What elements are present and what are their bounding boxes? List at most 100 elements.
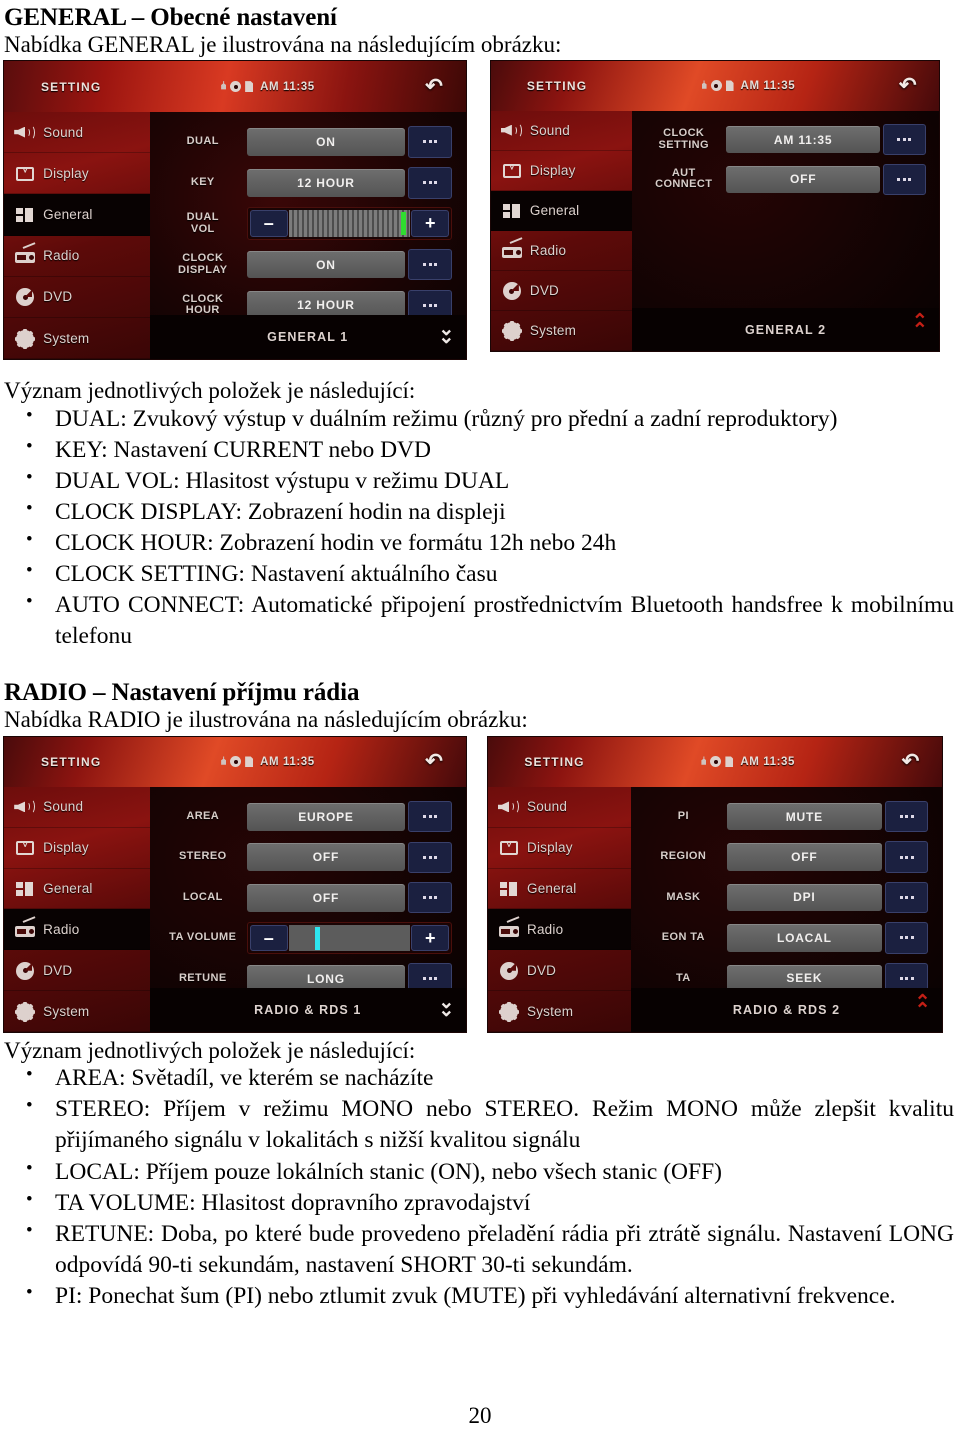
legend-item: AUTO CONNECT: Automatické připojení pros… xyxy=(0,589,960,652)
setting-label: AUT CONNECT xyxy=(655,166,713,191)
setting-value[interactable]: DPI xyxy=(726,883,883,912)
back-arrow-icon[interactable]: ↶ xyxy=(899,75,917,96)
sidebar-item-general[interactable]: General xyxy=(4,194,150,236)
sidebar-item-dvd[interactable]: DVD xyxy=(4,277,150,319)
setting-row: TA VOLUME – + xyxy=(159,920,453,956)
disc-icon xyxy=(710,80,722,92)
sidebar-item-label: System xyxy=(43,330,90,346)
setting-value[interactable]: MUTE xyxy=(726,802,883,831)
sidebar-item-label: Display xyxy=(527,840,573,856)
setting-value[interactable]: AM 11:35 xyxy=(726,126,880,154)
legend-title-radio: Význam jednotlivých položek je následují… xyxy=(4,1037,416,1063)
setting-row: CLOCK SETTING AM 11:35 xyxy=(641,122,926,158)
intro-text-radio: Nabídka RADIO je ilustrována na následuj… xyxy=(4,706,528,732)
ellipsis-icon[interactable] xyxy=(408,248,453,281)
ellipsis-icon[interactable] xyxy=(885,800,929,833)
section-heading-radio: RADIO – Nastavení příjmu rádia xyxy=(4,678,360,706)
volume-increase-button[interactable]: + xyxy=(411,210,450,237)
sidebar-item-system[interactable]: System xyxy=(488,991,631,1032)
sidebar-item-radio[interactable]: Radio xyxy=(491,231,633,272)
ellipsis-icon[interactable] xyxy=(408,126,453,158)
sidebar-item-dvd[interactable]: DVD xyxy=(491,271,633,312)
usb-icon xyxy=(221,756,227,765)
ellipsis-icon[interactable] xyxy=(408,882,453,914)
back-arrow-icon[interactable]: ↶ xyxy=(902,751,920,772)
screen-footer: GENERAL 1 ⌄ ⌄ xyxy=(149,314,466,360)
screen-title: SETTING xyxy=(40,79,102,94)
chevron-down-icon[interactable]: ⌄ ⌄ xyxy=(438,992,454,1019)
sidebar-item-dvd[interactable]: DVD xyxy=(4,950,150,992)
ellipsis-icon[interactable] xyxy=(882,124,926,156)
volume-slider[interactable]: – + xyxy=(246,207,453,240)
sidebar: Sound Display General Radio DVD System xyxy=(491,110,633,352)
ellipsis-icon[interactable] xyxy=(408,166,453,199)
sidebar-item-sound[interactable]: Sound xyxy=(488,787,631,828)
general-grid-icon xyxy=(14,879,36,898)
general-grid-icon xyxy=(14,205,36,224)
sidebar-item-label: DVD xyxy=(527,962,557,978)
sidebar-item-label: Sound xyxy=(529,122,570,138)
status-icons: AM 11:35 xyxy=(701,79,796,92)
ellipsis-icon[interactable] xyxy=(408,801,453,833)
chevron-down-icon[interactable]: ⌄ ⌄ xyxy=(438,320,454,347)
chevron-up-icon[interactable]: ⌃ ⌃ xyxy=(912,312,928,339)
setting-value[interactable]: ON xyxy=(246,127,406,156)
ellipsis-icon[interactable] xyxy=(885,841,929,873)
dvd-disc-icon xyxy=(14,287,36,307)
sidebar-item-dvd[interactable]: DVD xyxy=(488,950,631,992)
sidebar-item-display[interactable]: Display xyxy=(4,828,150,869)
clock-time: AM 11:35 xyxy=(740,79,796,92)
back-arrow-icon[interactable]: ↶ xyxy=(425,76,443,97)
sidebar-item-label: Sound xyxy=(43,124,84,140)
sidebar-item-label: Sound xyxy=(527,799,568,815)
sidebar-item-system[interactable]: System xyxy=(4,318,150,360)
sidebar-item-label: General xyxy=(527,881,577,897)
sidebar-item-display[interactable]: Display xyxy=(491,151,633,191)
back-arrow-icon[interactable]: ↶ xyxy=(425,751,443,772)
speaker-icon xyxy=(498,797,520,816)
legend-item: KEY: Nastavení CURRENT nebo DVD xyxy=(0,434,960,466)
setting-value[interactable]: OFF xyxy=(726,843,883,871)
sidebar-item-display[interactable]: Display xyxy=(488,828,631,869)
status-bar: SETTING AM 11:35 ↶ xyxy=(4,736,466,788)
sidebar-item-radio[interactable]: Radio xyxy=(4,236,150,277)
sidebar-item-sound[interactable]: Sound xyxy=(491,111,633,151)
sidebar-item-sound[interactable]: Sound xyxy=(4,112,150,154)
setting-value[interactable]: OFF xyxy=(726,165,880,194)
sidebar-item-display[interactable]: Display xyxy=(4,153,150,195)
ellipsis-icon[interactable] xyxy=(885,881,929,914)
legend-item: AREA: Světadíl, ve kterém se nacházíte xyxy=(0,1062,960,1094)
figure-general-screens: SETTING AM 11:35 ↶ Sound Display General Radio… xyxy=(0,57,960,367)
chevron-up-icon[interactable]: ⌃ ⌃ xyxy=(915,992,931,1019)
sidebar-item-system[interactable]: System xyxy=(4,991,150,1032)
setting-value[interactable]: OFF xyxy=(246,843,406,872)
volume-track[interactable] xyxy=(288,210,411,237)
status-icons: AM 11:35 xyxy=(221,756,315,768)
sidebar-item-system[interactable]: System xyxy=(491,311,633,352)
setting-value[interactable]: OFF xyxy=(246,883,406,912)
gear-icon xyxy=(14,328,36,349)
sidebar-item-general[interactable]: General xyxy=(4,869,150,910)
setting-value[interactable]: ON xyxy=(246,250,406,279)
sidebar-item-general[interactable]: General xyxy=(488,869,631,910)
setting-row: REGION OFF xyxy=(640,839,929,875)
setting-value[interactable]: EUROPE xyxy=(246,802,406,831)
sidebar-item-sound[interactable]: Sound xyxy=(4,787,150,828)
volume-track[interactable] xyxy=(288,925,411,952)
sidebar-item-radio[interactable]: Radio xyxy=(488,909,631,951)
sidebar-item-general[interactable]: General xyxy=(491,190,633,231)
volume-decrease-button[interactable]: – xyxy=(249,210,288,237)
volume-increase-button[interactable]: + xyxy=(411,925,450,952)
setting-value[interactable]: LOACAL xyxy=(726,924,883,952)
ellipsis-icon[interactable] xyxy=(408,841,453,873)
volume-decrease-button[interactable]: – xyxy=(249,925,288,952)
volume-level-indicator xyxy=(400,212,406,236)
sidebar-item-label: Sound xyxy=(43,799,84,815)
intro-text-general: Nabídka GENERAL je ilustrována na násled… xyxy=(4,32,562,57)
ellipsis-icon[interactable] xyxy=(882,164,926,195)
setting-value[interactable]: 12 HOUR xyxy=(246,168,406,197)
volume-slider[interactable]: – + xyxy=(246,922,453,955)
ellipsis-icon[interactable] xyxy=(885,922,929,954)
sidebar-item-label: General xyxy=(529,202,580,218)
sidebar-item-radio[interactable]: Radio xyxy=(4,909,150,951)
